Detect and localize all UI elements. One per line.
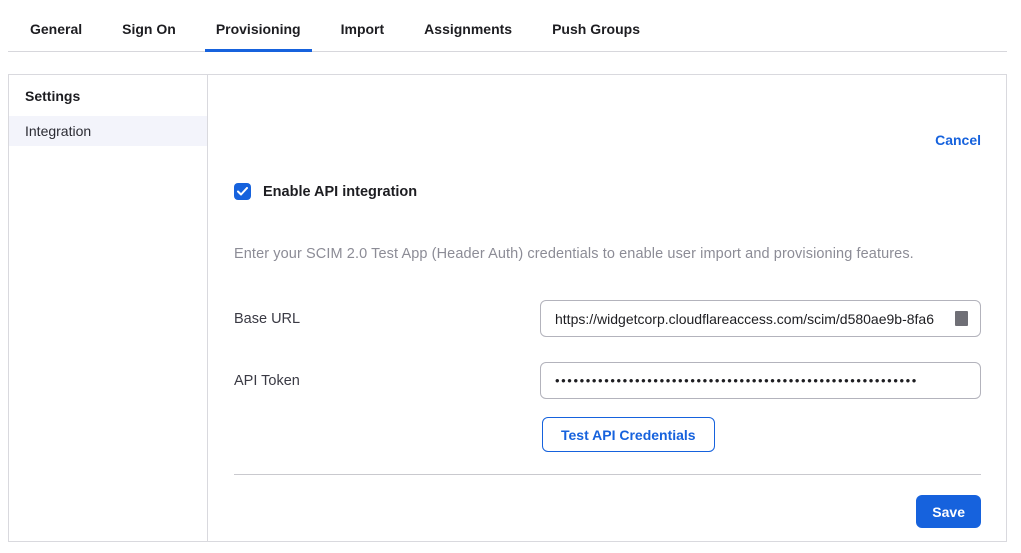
credentials-description: Enter your SCIM 2.0 Test App (Header Aut… bbox=[234, 246, 981, 262]
enable-api-integration-checkbox[interactable] bbox=[234, 183, 251, 200]
tab-push-groups[interactable]: Push Groups bbox=[550, 21, 642, 51]
tab-assignments[interactable]: Assignments bbox=[422, 21, 514, 51]
sidebar-header: Settings bbox=[9, 84, 207, 116]
base-url-input[interactable]: https://widgetcorp.cloudflareaccess.com/… bbox=[540, 300, 981, 337]
save-button[interactable]: Save bbox=[916, 495, 981, 528]
app-tab-bar: General Sign On Provisioning Import Assi… bbox=[8, 0, 1007, 52]
tab-general[interactable]: General bbox=[28, 21, 84, 51]
enable-api-integration-label: Enable API integration bbox=[263, 184, 417, 200]
test-api-credentials-button[interactable]: Test API Credentials bbox=[542, 417, 715, 452]
api-token-input[interactable]: ••••••••••••••••••••••••••••••••••••••••… bbox=[540, 362, 981, 399]
tab-import[interactable]: Import bbox=[339, 21, 387, 51]
base-url-value: https://widgetcorp.cloudflareaccess.com/… bbox=[555, 311, 961, 327]
cancel-link[interactable]: Cancel bbox=[935, 132, 981, 148]
api-token-masked-value: ••••••••••••••••••••••••••••••••••••••••… bbox=[555, 373, 918, 388]
base-url-row: Base URL https://widgetcorp.cloudflareac… bbox=[234, 300, 981, 337]
api-token-label: API Token bbox=[234, 373, 540, 389]
integration-form: Cancel Enable API integration Enter your… bbox=[208, 75, 1006, 541]
provisioning-panel: Settings Integration Cancel Enable API i… bbox=[8, 74, 1007, 542]
form-divider bbox=[234, 474, 981, 475]
tab-provisioning[interactable]: Provisioning bbox=[214, 21, 303, 51]
base-url-label: Base URL bbox=[234, 311, 540, 327]
cancel-row: Cancel bbox=[234, 132, 981, 150]
settings-sidebar: Settings Integration bbox=[9, 75, 208, 541]
test-credentials-row: Test API Credentials bbox=[234, 417, 981, 452]
checkmark-icon bbox=[237, 187, 248, 196]
tab-sign-on[interactable]: Sign On bbox=[120, 21, 178, 51]
enable-api-integration-row: Enable API integration bbox=[234, 183, 981, 200]
sidebar-item-integration[interactable]: Integration bbox=[9, 116, 207, 146]
api-token-row: API Token ••••••••••••••••••••••••••••••… bbox=[234, 362, 981, 399]
save-row: Save bbox=[234, 495, 981, 528]
text-truncation-artifact bbox=[955, 311, 968, 326]
